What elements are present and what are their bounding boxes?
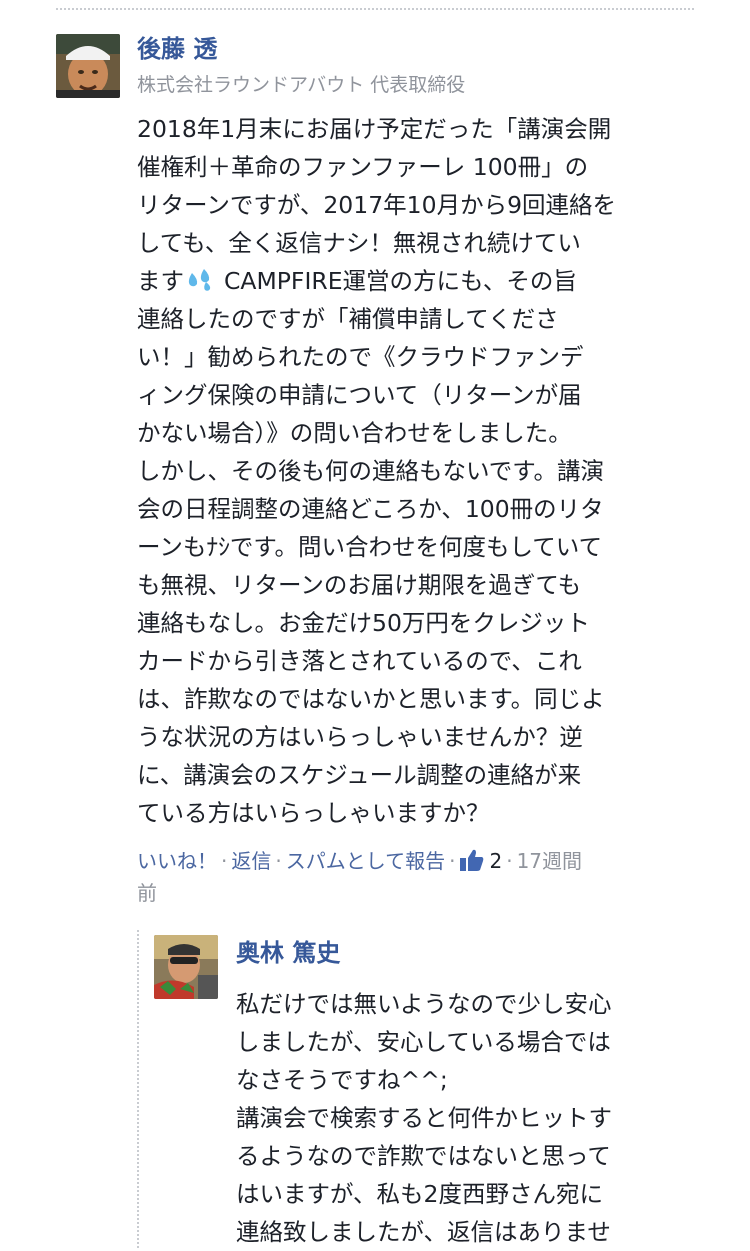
comment-line: は、詐欺なのではないかと思います。同じよ — [137, 685, 605, 713]
comment-line: 催権利＋革命のファンファーレ 100冊」の — [137, 153, 589, 181]
comment-line: ている方はいらっしゃいますか？ — [137, 799, 490, 827]
comment-line-part: CAMPFIRE運営の方にも、その旨 — [224, 267, 577, 295]
reply-thread-line — [137, 930, 139, 1248]
timestamp-part: 前 — [137, 881, 157, 905]
like-thumb-icon[interactable] — [459, 848, 485, 872]
comment-line: ィング保険の申請について（リターンが届 — [137, 381, 582, 409]
reply-line: 連絡致しましたが、返信はありませ — [236, 1218, 611, 1246]
avatar-photo-icon — [56, 34, 120, 98]
comment-line: しても、全く返信ナシ！無視され続けてい — [137, 229, 581, 257]
comment-line: うな状況の方はいらっしゃいませんか？逆 — [137, 723, 583, 751]
comment-line: しかし、その後も何の連絡もないです。講演 — [137, 457, 604, 485]
comment-line-with-emoji: ます CAMPFIRE運営の方にも、その旨 — [137, 262, 707, 300]
reply-line: るようなので詐欺ではないと思って — [236, 1142, 611, 1170]
comment-line: に、講演会のスケジュール調整の連絡が来 — [137, 761, 582, 789]
comment-line: リターンですが、2017年10月から9回連絡を — [137, 191, 617, 219]
comment-line: 会の日程調整の連絡どころか、100冊のリタ — [137, 495, 604, 523]
author-avatar[interactable] — [56, 34, 120, 98]
reply-link[interactable]: 返信 — [231, 849, 271, 873]
reply-body: 私だけでは無いようなので少し安心 しましたが、安心している場合では なさそうです… — [236, 985, 726, 1251]
comment-actions: いいね！ · 返信 · スパムとして報告 · 2 · 17週間前 — [137, 845, 697, 909]
reply-line: 私だけでは無いようなので少し安心 — [236, 990, 612, 1018]
sweat-drops-emoji-icon — [184, 266, 214, 292]
separator: · — [506, 849, 513, 873]
comment-line-part: ます — [137, 267, 184, 295]
avatar-photo-icon — [154, 935, 218, 999]
separator: · — [221, 849, 228, 873]
reply-line: 講演会で検索すると何件かヒットす — [236, 1104, 612, 1132]
like-count: 2 — [489, 849, 503, 873]
comment-line: カードから引き落とされているので、これ — [137, 647, 582, 675]
timestamp-part: 17週間 — [516, 849, 583, 873]
top-divider — [56, 8, 694, 10]
comment-line: 2018年1月末にお届け予定だった「講演会開 — [137, 115, 612, 143]
like-link[interactable]: いいね！ — [137, 849, 217, 873]
comment-body: 2018年1月末にお届け予定だった「講演会開 催権利＋革命のファンファーレ 10… — [137, 110, 707, 832]
comment-line: い！」勧められたので《クラウドファンデ — [137, 343, 584, 371]
reply-line: なさそうですね^^; — [236, 1066, 448, 1094]
comment-author-title: 株式会社ラウンドアバウト 代表取締役 — [137, 74, 466, 96]
reply-author-avatar[interactable] — [154, 935, 218, 999]
comment-line: ーンもﾅｼです。問い合わせを何度もしていて — [137, 533, 603, 561]
reply-author-name[interactable]: 奥林 篤史 — [236, 938, 340, 968]
reply-line: しましたが、安心している場合では — [236, 1028, 611, 1056]
reply-line: はいますが、私も2度西野さん宛に — [236, 1180, 603, 1208]
separator: · — [275, 849, 282, 873]
comment-line: 連絡もなし。お金だけ50万円をクレジット — [137, 609, 590, 637]
report-spam-link[interactable]: スパムとして報告 — [286, 849, 445, 873]
comment-author-name[interactable]: 後藤 透 — [137, 34, 217, 64]
comment-line: 連絡したのですが「補償申請してくださ — [137, 305, 559, 333]
comment-line: かない場合）》の問い合わせをしました。 — [137, 419, 572, 447]
separator: · — [449, 849, 456, 873]
comment-line: も無視、リターンのお届け期限を過ぎても — [137, 571, 582, 599]
